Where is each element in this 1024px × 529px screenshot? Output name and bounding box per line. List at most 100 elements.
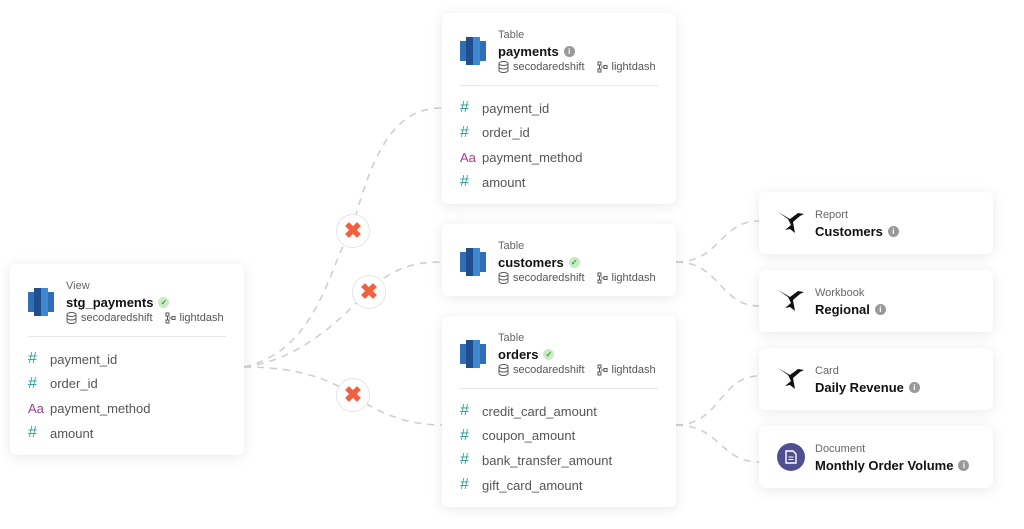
tableau-bird-icon [778, 290, 804, 311]
column-name: coupon_amount [482, 428, 576, 444]
info-icon[interactable]: i [874, 304, 886, 315]
output-type: Workbook [815, 287, 865, 299]
node-payments[interactable]: Table payments i secodaredshift lightdash #… [442, 13, 676, 205]
column-row[interactable]: Aa payment_method [28, 396, 226, 421]
column-name: bank_transfer_amount [482, 452, 613, 468]
database-name: secodaredshift [513, 364, 585, 376]
column-row[interactable]: # amount [28, 421, 226, 446]
project-icon [597, 61, 608, 73]
column-name: payment_method [50, 400, 151, 416]
column-name: amount [482, 174, 526, 190]
node-type: Table [498, 332, 525, 344]
string-type-icon: Aa [28, 400, 44, 416]
dbt-icon[interactable]: ✖ [352, 275, 386, 309]
node-stg_payments[interactable]: View stg_payments ✓ secodaredshift lightda… [10, 264, 244, 456]
number-type-icon: # [28, 350, 37, 368]
edge-customers-report [675, 220, 760, 263]
project-icon [597, 272, 608, 284]
output-name[interactable]: Customers [815, 224, 883, 239]
redshift-icon [28, 288, 54, 316]
edge-orders-card [675, 375, 760, 426]
project-name: lightdash [179, 312, 224, 324]
output-workbook[interactable]: Workbook Regional i [759, 270, 993, 332]
project-icon [165, 312, 176, 324]
column-name: payment_method [482, 149, 583, 165]
output-document[interactable]: Document Monthly Order Volume i [759, 426, 993, 488]
info-icon[interactable]: i [908, 382, 920, 393]
node-type: Table [498, 240, 525, 252]
info-icon[interactable]: i [887, 226, 899, 237]
output-card[interactable]: Card Daily Revenue i [759, 348, 993, 410]
project-icon [597, 364, 608, 376]
project-name: lightdash [611, 61, 656, 73]
project-name: lightdash [611, 272, 656, 284]
redshift-icon [460, 340, 486, 368]
column-row[interactable]: # order_id [460, 121, 658, 146]
string-type-icon: Aa [460, 149, 476, 165]
column-name: payment_id [50, 351, 118, 367]
database-name: secodaredshift [513, 272, 585, 284]
node-orders[interactable]: Table orders ✓ secodaredshift lightdash # cr… [442, 316, 676, 508]
info-icon[interactable]: i [958, 460, 970, 471]
number-type-icon: # [460, 402, 469, 420]
redshift-icon [460, 37, 486, 65]
column-name: payment_id [482, 100, 550, 116]
output-name[interactable]: Monthly Order Volume [815, 458, 953, 473]
database-icon [66, 312, 77, 324]
database-icon [498, 272, 509, 284]
node-type: Table [498, 29, 525, 41]
number-type-icon: # [460, 451, 469, 469]
redshift-icon [460, 248, 486, 276]
output-type: Document [815, 443, 866, 455]
output-name[interactable]: Daily Revenue [815, 380, 904, 395]
node-type: View [66, 280, 90, 292]
column-name: amount [50, 425, 94, 441]
project-name: lightdash [611, 364, 656, 376]
number-type-icon: # [460, 99, 469, 117]
tableau-bird-icon [778, 368, 804, 389]
column-name: gift_card_amount [482, 477, 583, 493]
document-icon [777, 443, 805, 471]
column-row[interactable]: # order_id [28, 372, 226, 397]
database-name: secodaredshift [81, 312, 153, 324]
node-customers[interactable]: Table customers ✓ secodaredshift lightdash [442, 224, 676, 296]
node-name[interactable]: stg_payments [66, 295, 153, 310]
column-row[interactable]: # amount [460, 170, 658, 195]
database-icon [498, 61, 509, 73]
dbt-icon[interactable]: ✖ [336, 214, 370, 248]
column-row[interactable]: # bank_transfer_amount [460, 448, 658, 473]
output-report[interactable]: Report Customers i [759, 192, 993, 254]
node-name[interactable]: customers [498, 255, 564, 270]
column-row[interactable]: # gift_card_amount [460, 473, 658, 498]
verified-icon: ✓ [543, 349, 555, 360]
output-type: Card [815, 365, 839, 377]
edge-customers-workbook [675, 261, 760, 307]
database-icon [498, 364, 509, 376]
column-row[interactable]: # payment_id [28, 347, 226, 372]
output-name[interactable]: Regional [815, 302, 870, 317]
number-type-icon: # [460, 123, 469, 141]
verified-icon: ✓ [568, 257, 580, 268]
dbt-icon[interactable]: ✖ [336, 378, 370, 412]
tableau-bird-icon [778, 212, 804, 233]
number-type-icon: # [28, 374, 37, 392]
node-name[interactable]: orders [498, 347, 538, 362]
output-type: Report [815, 209, 849, 221]
database-name: secodaredshift [513, 61, 585, 73]
column-row[interactable]: # credit_card_amount [460, 399, 658, 424]
column-name: credit_card_amount [482, 403, 597, 419]
verified-icon: ✓ [158, 297, 170, 308]
edge-orders-document [675, 424, 760, 463]
column-row[interactable]: Aa payment_method [460, 145, 658, 170]
node-name[interactable]: payments [498, 44, 559, 59]
number-type-icon: # [460, 426, 469, 444]
column-name: order_id [482, 125, 530, 141]
number-type-icon: # [28, 424, 37, 442]
number-type-icon: # [460, 173, 469, 191]
column-row[interactable]: # payment_id [460, 96, 658, 121]
column-name: order_id [50, 376, 98, 392]
number-type-icon: # [460, 476, 469, 494]
column-row[interactable]: # coupon_amount [460, 424, 658, 449]
info-icon[interactable]: i [563, 46, 575, 57]
edge-stg-customers [243, 261, 443, 368]
